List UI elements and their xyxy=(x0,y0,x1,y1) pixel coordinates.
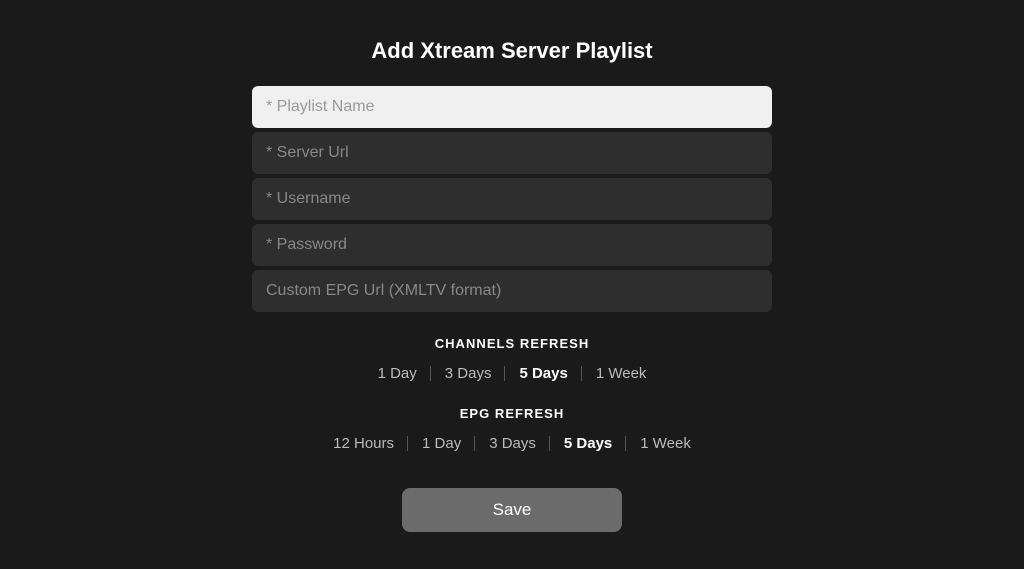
main-container: Add Xtream Server Playlist CHANNELS REFR… xyxy=(252,38,772,532)
save-button[interactable]: Save xyxy=(402,488,622,532)
page-title: Add Xtream Server Playlist xyxy=(371,38,652,64)
channels-refresh-group: CHANNELS REFRESH 1 Day 3 Days 5 Days 1 W… xyxy=(252,330,772,386)
channels-refresh-label: CHANNELS REFRESH xyxy=(435,336,590,351)
epg-url-input[interactable] xyxy=(252,270,772,312)
epg-refresh-5days[interactable]: 5 Days xyxy=(550,431,626,456)
channels-refresh-1week[interactable]: 1 Week xyxy=(582,361,661,386)
password-input[interactable] xyxy=(252,224,772,266)
epg-refresh-options: 12 Hours 1 Day 3 Days 5 Days 1 Week xyxy=(319,431,705,456)
epg-refresh-3days[interactable]: 3 Days xyxy=(475,431,550,456)
epg-refresh-1week[interactable]: 1 Week xyxy=(626,431,705,456)
epg-refresh-group: EPG REFRESH 12 Hours 1 Day 3 Days 5 Days… xyxy=(252,400,772,456)
playlist-name-input[interactable] xyxy=(252,86,772,128)
epg-refresh-label: EPG REFRESH xyxy=(460,406,565,421)
epg-refresh-12hours[interactable]: 12 Hours xyxy=(319,431,408,456)
channels-refresh-3days[interactable]: 3 Days xyxy=(431,361,506,386)
server-url-input[interactable] xyxy=(252,132,772,174)
channels-refresh-1day[interactable]: 1 Day xyxy=(364,361,431,386)
channels-refresh-5days[interactable]: 5 Days xyxy=(505,361,581,386)
epg-refresh-1day[interactable]: 1 Day xyxy=(408,431,475,456)
username-input[interactable] xyxy=(252,178,772,220)
channels-refresh-options: 1 Day 3 Days 5 Days 1 Week xyxy=(364,361,661,386)
form-section xyxy=(252,86,772,312)
